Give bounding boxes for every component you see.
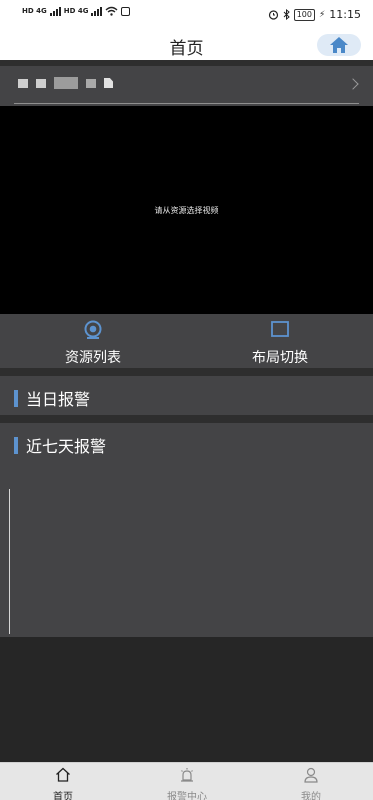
device-selector-row[interactable] [0,66,373,106]
battery-level: 100 [296,9,312,19]
home-icon [56,767,70,782]
wifi-icon [105,6,118,16]
divider [0,368,373,376]
tab-profile[interactable]: 我的 [249,763,373,800]
status-right: 100 ⚡ 11:15 [268,8,361,21]
redacted-block [86,78,96,88]
notification-icon [121,6,131,16]
redacted-block [104,78,113,88]
redacted-block [36,78,46,88]
divider [14,103,359,104]
redacted-block [54,77,78,89]
camera-icon [84,320,102,339]
home-icon [330,37,348,53]
section-accent-bar [14,389,18,407]
status-bar: HD 4G HD 4G 100 ⚡ 11:15 [0,0,373,30]
bottom-tab-bar: 首页 报警中心 我的 [0,762,373,800]
battery-icon: 100 [293,8,315,21]
signal-icon-2 [91,6,103,16]
user-icon [304,767,318,783]
redacted-block [18,78,28,88]
layout-icon [271,321,289,337]
seven-day-alarm-title: 近七天报警 [26,437,107,456]
tab-home-label: 首页 [53,792,73,800]
charging-icon: ⚡ [318,9,326,20]
chart-y-axis [9,489,10,634]
tab-alarm-center[interactable]: 报警中心 [125,763,249,800]
action-bar: 资源列表 布局切换 [0,314,373,368]
today-alarm-card: 当日报警 [0,376,373,415]
alarm-icon [181,768,193,782]
layout-switch-label: 布局切换 [252,350,308,366]
today-alarm-title: 当日报警 [26,390,91,409]
seven-day-alarm-card: 近七天报警 [0,423,373,637]
video-player[interactable]: 请从资源选择视频 [0,106,373,314]
home-button[interactable] [317,34,361,56]
status-left: HD 4G HD 4G [22,6,131,16]
resource-list-button[interactable]: 资源列表 [0,314,186,368]
alarm-clock-icon [268,10,278,20]
video-placeholder-text: 请从资源选择视频 [154,206,219,215]
chevron-right-icon [347,78,359,90]
layout-switch-button[interactable]: 布局切换 [187,314,373,368]
tab-profile-label: 我的 [301,792,321,800]
bluetooth-icon [283,9,290,20]
network-label-a: HD 4G [22,7,47,15]
device-name-redacted [18,77,113,89]
tab-alarm-center-label: 报警中心 [167,792,207,800]
tab-home[interactable]: 首页 [1,763,125,800]
signal-icon [49,6,61,16]
section-accent-bar [14,436,18,454]
status-time: 11:15 [329,8,361,21]
network-label-b: HD 4G [63,7,89,15]
resource-list-label: 资源列表 [65,350,121,366]
navigation-bar: 首页 [0,30,373,60]
divider [0,415,373,423]
